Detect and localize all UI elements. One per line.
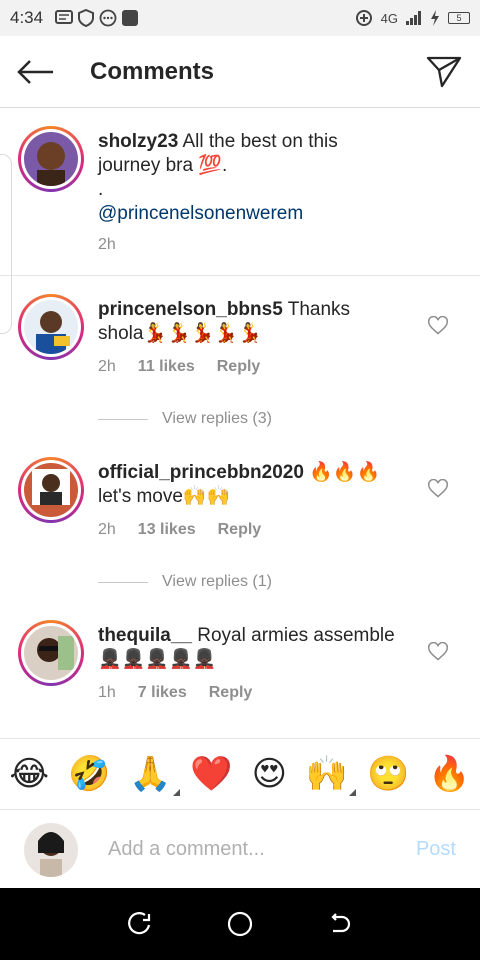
home-button[interactable] [220, 904, 260, 944]
emoji-button[interactable]: 😂 [9, 754, 49, 794]
recents-button[interactable] [120, 904, 160, 944]
app-square-icon [122, 10, 139, 26]
comment-item: princenelson_bbns5 Thanks shola💃💃💃💃💃 2h … [0, 276, 480, 439]
battery-icon: 5 [448, 12, 470, 24]
emoji-button[interactable]: 🙌 [305, 754, 357, 796]
notification-icons [55, 9, 139, 27]
emoji-glyph: 🙌 [305, 755, 349, 793]
likes-count[interactable]: 13 likes [138, 521, 196, 539]
comment-username[interactable]: princenelson_bbns5 [98, 299, 283, 320]
message-icon [55, 10, 74, 24]
emoji-button[interactable]: ❤️ [190, 754, 232, 794]
comment-item: thequila__ Royal armies assemble 💂🏿‍♂️💂🏿… [0, 602, 480, 722]
skin-tone-indicator [172, 789, 180, 796]
mention-link[interactable]: @princenelsonenwerem [98, 203, 303, 224]
comment-item: official_princebbn2020 🔥🔥🔥 let's move🙌🙌 … [0, 439, 480, 602]
comment-username[interactable]: sholzy23 [98, 131, 178, 152]
back-nav-button[interactable] [320, 904, 360, 944]
emoji-glyph: 🙏 [129, 755, 172, 793]
divider [98, 418, 148, 420]
comment-username[interactable]: thequila__ [98, 625, 192, 646]
shield-icon [78, 9, 95, 27]
more-circle-icon [99, 9, 117, 27]
arrow-left-icon [17, 59, 53, 84]
reply-button[interactable]: Reply [217, 358, 261, 376]
comment-body: princenelson_bbns5 Thanks shola💃💃💃💃💃 [98, 298, 398, 346]
add-comment-bar: Post [0, 811, 480, 888]
status-bar: 4:34 4G 5 [0, 0, 480, 36]
emoji-button[interactable]: 😍 [252, 754, 287, 794]
comments-header: Comments [0, 36, 480, 108]
comment-meta: 2h 13 likes Reply [98, 521, 261, 539]
emoji-button[interactable]: 🙄 [367, 754, 409, 794]
comment-time: 2h [98, 358, 116, 375]
reply-button[interactable]: Reply [209, 684, 253, 702]
heart-icon[interactable] [428, 642, 448, 662]
comment-time: 2h [98, 521, 116, 538]
view-replies-label: View replies (1) [162, 573, 272, 590]
comment-meta: 2h 11 likes Reply [98, 358, 260, 376]
share-button[interactable] [408, 36, 480, 108]
comments-list: sholzy23 All the best on this journey br… [0, 108, 480, 722]
comment-meta: 1h 7 likes Reply [98, 684, 252, 702]
heart-icon[interactable] [428, 316, 448, 336]
back-button[interactable] [0, 36, 72, 108]
avatar[interactable] [18, 457, 84, 523]
skin-tone-indicator [349, 789, 357, 796]
data-saver-icon [355, 10, 372, 26]
home-circle-icon [227, 911, 253, 937]
recents-icon [128, 912, 151, 935]
avatar[interactable] [18, 620, 84, 686]
emoji-button[interactable]: 🔥 [428, 754, 470, 794]
comment-username[interactable]: official_princebbn2020 [98, 462, 304, 483]
comment-meta: 2h [98, 236, 116, 254]
emoji-button[interactable]: 🤣 [68, 754, 110, 794]
heart-icon[interactable] [428, 479, 448, 499]
avatar[interactable] [18, 126, 84, 192]
network-type: 4G [380, 10, 398, 26]
comment-input[interactable] [108, 838, 398, 861]
signal-icon [406, 11, 421, 25]
post-button[interactable]: Post [416, 838, 456, 861]
back-nav-icon [331, 913, 351, 933]
emoji-quick-bar: 😂 🤣 🙏 ❤️ 😍 🙌 🙄 🔥 [0, 738, 480, 810]
comment-time: 1h [98, 684, 116, 701]
caption-comment: sholzy23 All the best on this journey br… [0, 108, 480, 334]
paper-plane-icon [426, 56, 462, 87]
likes-count[interactable]: 7 likes [138, 684, 187, 702]
emoji-button[interactable]: 🙏 [129, 754, 180, 796]
comment-body: sholzy23 All the best on this journey br… [98, 130, 398, 226]
view-replies-button[interactable]: View replies (1) [98, 573, 272, 591]
status-time: 4:34 [10, 8, 44, 27]
comment-extra: . [98, 179, 104, 200]
likes-count[interactable]: 11 likes [138, 358, 195, 376]
view-replies-button[interactable]: View replies (3) [98, 410, 272, 428]
comment-body: thequila__ Royal armies assemble 💂🏿‍♂️💂🏿… [98, 624, 398, 672]
reply-button[interactable]: Reply [218, 521, 262, 539]
system-nav-bar [0, 888, 480, 960]
page-title: Comments [90, 57, 215, 85]
view-replies-label: View replies (3) [162, 410, 272, 427]
my-avatar [24, 822, 78, 877]
divider [98, 581, 148, 583]
comment-time: 2h [98, 236, 116, 253]
charging-icon [431, 10, 439, 26]
avatar[interactable] [18, 294, 84, 360]
comment-body: official_princebbn2020 🔥🔥🔥 let's move🙌🙌 [98, 461, 398, 509]
